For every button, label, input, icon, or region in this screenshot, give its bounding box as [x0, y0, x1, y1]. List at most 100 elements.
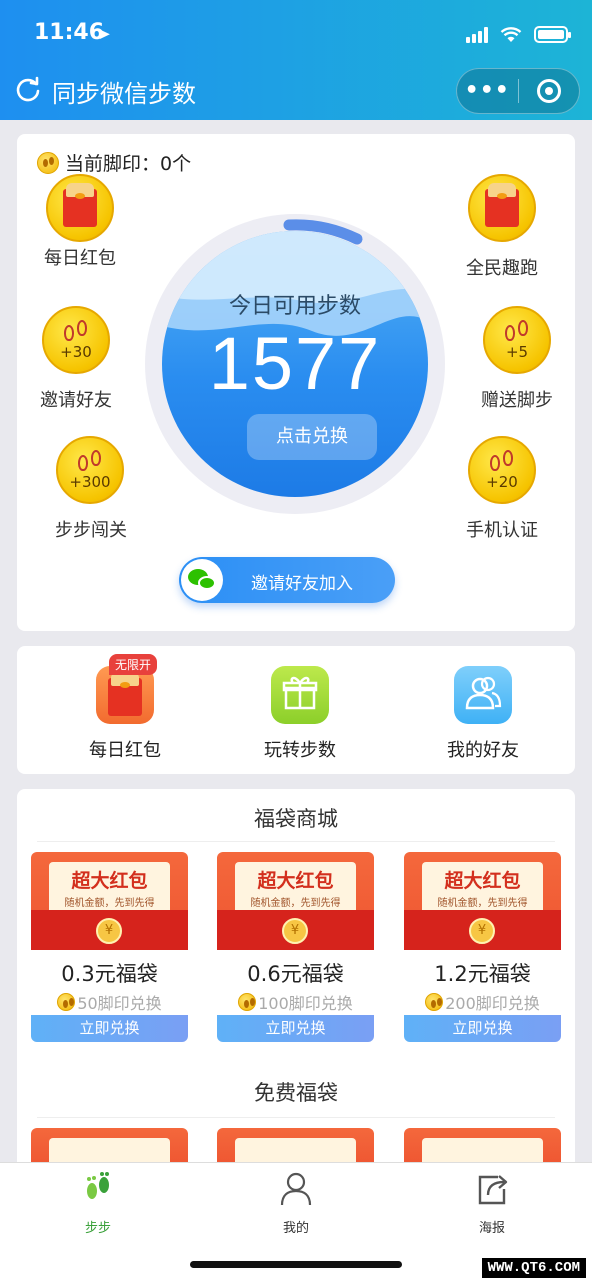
- invite-friends-label: 邀请好友: [40, 390, 112, 411]
- tab-label: 我的: [282, 1221, 309, 1236]
- footprint-icon: [488, 449, 516, 475]
- invite-bonus: +30: [60, 343, 92, 361]
- challenge-bonus: +300: [69, 473, 111, 491]
- wechat-icon: [181, 559, 223, 601]
- daily-redpacket-label: 每日红包: [44, 248, 116, 269]
- quick-daily-redpacket[interactable]: 每日红包: [55, 666, 195, 762]
- signal-icon: [466, 26, 488, 43]
- invite-join-label: 邀请好友加入: [251, 574, 353, 594]
- mall-title: 福袋商城: [254, 807, 338, 831]
- quick-play-steps[interactable]: 玩转步数: [230, 666, 370, 762]
- tab-mine[interactable]: 我的: [236, 1171, 356, 1236]
- mall-card: 福袋商城 超大红包 随机金额，先到先得 ¥ 0.3元福袋 50脚印兑换 立即兑换…: [17, 789, 575, 1189]
- footprint-count: 当前脚印：0个: [37, 149, 191, 176]
- footprint-coin-icon: [37, 151, 59, 174]
- more-button[interactable]: •••: [457, 69, 518, 113]
- product-price-label: 100脚印兑换: [258, 994, 353, 1013]
- daily-redpacket-button[interactable]: [46, 174, 114, 242]
- steps-circle[interactable]: 今日可用步数 1577 点击兑换: [162, 231, 428, 497]
- gift-icon: [271, 666, 329, 724]
- yuan-coin-icon: ¥: [282, 918, 308, 944]
- location-arrow-icon: ➤: [98, 25, 111, 43]
- national-run-label: 全民趣跑: [466, 258, 538, 279]
- close-icon: [536, 79, 561, 103]
- divider: [37, 1117, 555, 1118]
- product-price: 200脚印兑换: [404, 990, 561, 1014]
- free-section-title: 免费福袋: [254, 1081, 338, 1105]
- product-price-label: 200脚印兑换: [445, 994, 540, 1013]
- yuan-coin-icon: ¥: [469, 918, 495, 944]
- product-price-label: 50脚印兑换: [77, 994, 162, 1013]
- close-button[interactable]: [518, 79, 579, 103]
- product-image: 超大红包 随机金额，先到先得 ¥: [31, 852, 188, 950]
- quick-nav-card: 每日红包 无限开 玩转步数 我的好友: [17, 646, 575, 774]
- product-price: 100脚印兑换: [217, 990, 374, 1014]
- footprint-icon: [503, 319, 531, 345]
- quick-my-friends[interactable]: 我的好友: [413, 666, 553, 762]
- product-card[interactable]: 超大红包 随机金额，先到先得 ¥ 0.6元福袋 100脚印兑换 立即兑换: [217, 852, 374, 1042]
- verify-bonus: +20: [486, 473, 518, 491]
- footprint-count-label: 当前脚印：0个: [65, 153, 192, 175]
- person-icon: [280, 1172, 312, 1206]
- steps-title: 今日可用步数: [228, 294, 361, 319]
- step-challenge-label: 步步闯关: [55, 520, 127, 541]
- redeem-button[interactable]: 立即兑换: [31, 1015, 188, 1042]
- battery-icon: [534, 26, 571, 43]
- exchange-button[interactable]: 点击兑换: [247, 414, 377, 460]
- friends-icon: [454, 666, 512, 724]
- refresh-icon[interactable]: [14, 76, 42, 104]
- mini-program-capsule: •••: [456, 68, 580, 114]
- footprint-coin-icon: [425, 993, 444, 1011]
- steps-count: 1577: [208, 322, 382, 405]
- banner-subtitle: 随机金额，先到先得: [64, 898, 155, 909]
- gift-steps-label: 赠送脚步: [481, 390, 553, 411]
- watermark: WWW.QT6.COM: [481, 1258, 586, 1278]
- product-card[interactable]: 超大红包 随机金额，先到先得 ¥ 1.2元福袋 200脚印兑换 立即兑换: [404, 852, 561, 1042]
- tab-steps[interactable]: 步步: [38, 1171, 158, 1236]
- banner-title: 超大红包: [444, 870, 521, 892]
- redeem-button[interactable]: 立即兑换: [404, 1015, 561, 1042]
- invite-friends-join-button[interactable]: 邀请好友加入: [179, 557, 395, 603]
- invite-friends-button[interactable]: +30: [42, 306, 110, 374]
- banner-title: 超大红包: [71, 870, 148, 892]
- home-indicator[interactable]: [190, 1261, 402, 1268]
- product-card[interactable]: 超大红包 随机金额，先到先得 ¥ 0.3元福袋 50脚印兑换 立即兑换: [31, 852, 188, 1042]
- yuan-coin-icon: ¥: [96, 918, 122, 944]
- product-image: 超大红包 随机金额，先到先得 ¥: [217, 852, 374, 950]
- footprint-coin-icon: [238, 993, 257, 1011]
- footprint-icon: [87, 1172, 109, 1199]
- banner-title: 超大红包: [257, 870, 334, 892]
- unlimited-badge: 无限开: [109, 654, 158, 675]
- divider: [37, 841, 555, 842]
- header: 11:46 ➤ 同步微信步数 •••: [0, 0, 592, 120]
- quick-label: 我的好友: [447, 740, 519, 761]
- footprint-icon: [62, 319, 90, 345]
- banner-subtitle: 随机金额，先到先得: [250, 898, 341, 909]
- step-challenge-button[interactable]: +300: [56, 436, 124, 504]
- product-name: 0.6元福袋: [247, 962, 344, 986]
- footprint-coin-icon: [57, 993, 76, 1011]
- page-title: 同步微信步数: [52, 80, 196, 108]
- gift-steps-button[interactable]: +5: [483, 306, 551, 374]
- status-time: 11:46: [34, 20, 105, 45]
- tab-label: 步步: [84, 1221, 111, 1236]
- national-run-button[interactable]: [468, 174, 536, 242]
- phone-verify-button[interactable]: +20: [468, 436, 536, 504]
- wifi-icon: [500, 26, 522, 42]
- red-packet-icon: [63, 183, 97, 227]
- tab-label: 海报: [478, 1221, 505, 1236]
- gift-bonus: +5: [505, 343, 529, 361]
- phone-verify-label: 手机认证: [466, 520, 538, 541]
- red-packet-icon: [485, 183, 519, 227]
- quick-label: 每日红包: [89, 740, 161, 761]
- product-price: 50脚印兑换: [31, 990, 188, 1014]
- banner-subtitle: 随机金额，先到先得: [437, 898, 528, 909]
- quick-label: 玩转步数: [264, 740, 336, 761]
- status-icons: [466, 26, 571, 43]
- redeem-button[interactable]: 立即兑换: [217, 1015, 374, 1042]
- steps-card: 当前脚印：0个 每日红包 +30 邀请好友 +300 步步闯关 全民趣跑 +5 …: [17, 134, 575, 631]
- tab-poster[interactable]: 海报: [432, 1171, 552, 1236]
- product-image: 超大红包 随机金额，先到先得 ¥: [404, 852, 561, 950]
- footprint-icon: [76, 449, 104, 475]
- product-name: 0.3元福袋: [61, 962, 158, 986]
